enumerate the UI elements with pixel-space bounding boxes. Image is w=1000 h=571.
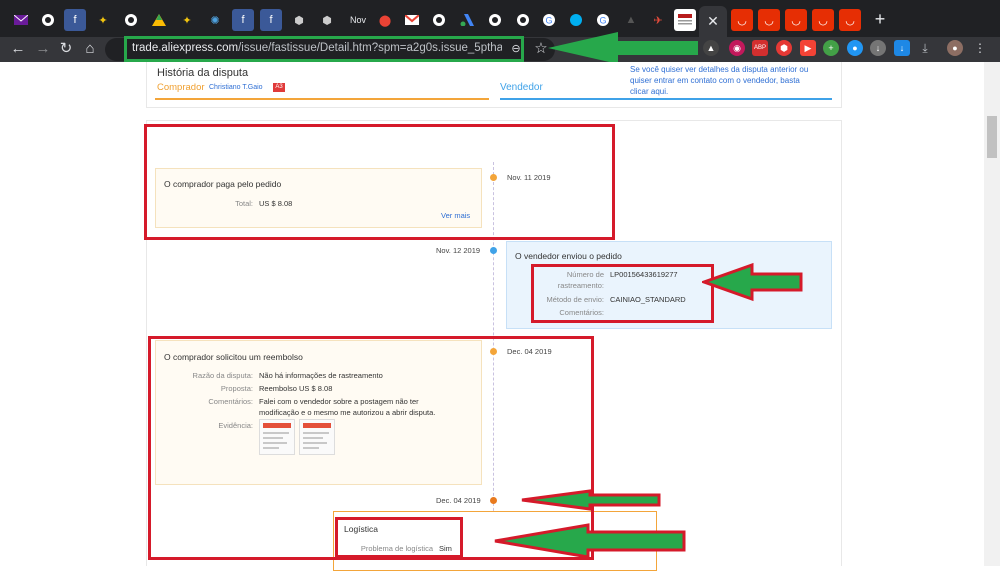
green-arrow-annotation [521, 489, 661, 511]
tab-hat-icon[interactable]: ▲ [620, 9, 642, 31]
tab-google-icon[interactable]: G [538, 9, 560, 31]
extension-circle-icon[interactable]: ◉ [729, 40, 745, 56]
tab-doc-icon[interactable] [674, 9, 696, 31]
tab-bird-icon[interactable]: ✦ [176, 9, 198, 31]
tab-bird-icon[interactable]: ✈ [647, 9, 669, 31]
url-highlight-annotation [124, 36, 524, 62]
scrollbar-thumb[interactable] [987, 116, 997, 158]
extension-shield-icon[interactable]: ⬢ [776, 40, 792, 56]
tab-shield-icon[interactable]: ⬢ [288, 9, 310, 31]
extension-plus-icon[interactable]: + [823, 40, 839, 56]
extension-adblock-icon[interactable]: ABP [752, 40, 768, 56]
tab-nov[interactable]: Nov [346, 9, 370, 31]
green-arrow-annotation [494, 523, 686, 559]
tab-mail-icon[interactable] [10, 9, 32, 31]
tab-shield-icon[interactable]: ⬢ [316, 9, 338, 31]
tab-facebook-icon[interactable]: f [64, 9, 86, 31]
green-arrow-annotation [702, 262, 803, 302]
profile-avatar[interactable]: ● [947, 40, 963, 56]
tab-drive-icon[interactable] [148, 9, 170, 31]
tab-gmail-icon[interactable] [401, 9, 423, 31]
page-scrollbar[interactable] [984, 62, 1000, 566]
tab-skype-icon[interactable] [565, 9, 587, 31]
svg-text:G: G [546, 16, 553, 26]
buyer-level-badge: A3 [273, 83, 285, 92]
back-icon[interactable]: ← [8, 37, 28, 62]
tab-strip: f ✦ ✦ ✺ f f ⬢ ⬢ Nov ⬤ G G ▲ ✈ ✕ ◡ ◡ ◡ ◡ … [0, 0, 1000, 37]
extension-save-icon[interactable]: ↓ [894, 40, 910, 56]
event-date: Nov. 12 2019 [436, 246, 481, 255]
tab-maps-icon[interactable]: ⬤ [374, 9, 396, 31]
tab-google-icon[interactable]: G [592, 9, 614, 31]
svg-text:G: G [600, 16, 607, 26]
seller-column-label: Vendedor [500, 82, 543, 93]
extension-download-icon[interactable]: ↓ [870, 40, 886, 56]
tab-aliexpress-icon[interactable]: ◡ [839, 9, 861, 31]
red-annotation-box [335, 517, 463, 558]
timeline-dot [490, 247, 497, 254]
tab-aliexpress-icon[interactable]: ◡ [785, 9, 807, 31]
tab-globe-icon[interactable] [484, 9, 506, 31]
tab-bird-icon[interactable]: ✦ [92, 9, 114, 31]
extension-video-icon[interactable]: ▶ [800, 40, 816, 56]
tab-aliexpress-icon[interactable]: ◡ [731, 9, 753, 31]
extension-drop-icon[interactable]: ● [847, 40, 863, 56]
event-title: O vendedor enviou o pedido [515, 251, 622, 261]
download-icon[interactable]: ⤓ [917, 40, 933, 56]
seller-column-underline [500, 98, 832, 100]
forward-icon[interactable]: → [33, 37, 53, 62]
tab-facebook-icon[interactable]: f [232, 9, 254, 31]
tab-globe-icon[interactable] [428, 9, 450, 31]
active-tab-close[interactable]: ✕ [699, 6, 727, 37]
menu-icon[interactable]: ⋮ [972, 40, 988, 56]
tab-globe-icon[interactable] [37, 9, 59, 31]
tab-globe-icon[interactable] [120, 9, 142, 31]
buyer-name-link[interactable]: Christiano T.Gaio [209, 84, 263, 91]
red-annotation-box [144, 124, 615, 240]
dispute-contact-note[interactable]: Se você quiser ver detalhes da disputa a… [630, 64, 810, 97]
red-annotation-box [531, 264, 714, 323]
reload-icon[interactable]: ↻ [56, 37, 76, 62]
tab-aliexpress-icon[interactable]: ◡ [812, 9, 834, 31]
new-tab-button[interactable]: + [869, 9, 891, 31]
buyer-column-label: Comprador [157, 82, 205, 93]
buyer-column-underline [155, 98, 489, 100]
tab-facebook-icon[interactable]: f [260, 9, 282, 31]
tab-ads-icon[interactable] [456, 9, 478, 31]
history-title: História da disputa [157, 67, 249, 79]
extension-hat-icon[interactable]: ▲ [703, 40, 719, 56]
home-icon[interactable]: ⌂ [80, 37, 100, 62]
tab-globe-icon[interactable] [512, 9, 534, 31]
tab-aliexpress-icon[interactable]: ◡ [758, 9, 780, 31]
green-arrow-annotation [548, 32, 698, 64]
tab-star-icon[interactable]: ✺ [204, 9, 226, 31]
